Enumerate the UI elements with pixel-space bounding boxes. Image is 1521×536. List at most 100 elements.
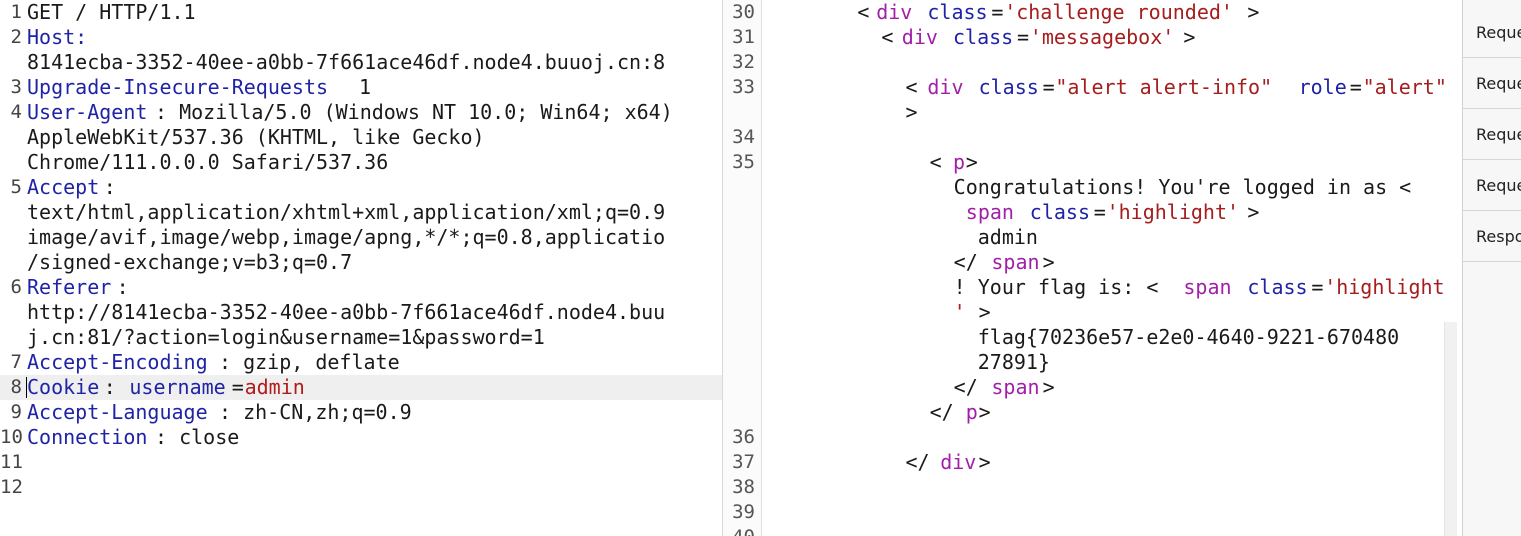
code-token: Congratulations! You're logged in as < <box>761 175 1412 199</box>
side-tab-4[interactable]: Respo <box>1463 211 1521 262</box>
side-tab-3[interactable]: Reque <box>1463 160 1521 211</box>
code-token: = <box>1349 75 1362 99</box>
line-number: 11 <box>0 451 23 473</box>
code-token: > <box>978 450 991 474</box>
side-tab-0[interactable]: Reque <box>1463 7 1521 58</box>
code-token: = <box>1093 200 1106 224</box>
code-token: > <box>978 400 991 424</box>
code-token: </ <box>761 450 930 474</box>
line-number: 34 <box>732 126 755 148</box>
code-token: Cookie <box>27 375 100 399</box>
code-token: class <box>978 75 1039 99</box>
line-number: 37 <box>732 451 755 473</box>
code-token: div <box>927 75 964 99</box>
code-token: AppleWebKit/537.36 (KHTML, like Gecko) <box>27 125 485 149</box>
response-line: span class ='highlight' > <box>723 200 1461 225</box>
code-token: = <box>1311 275 1324 299</box>
code-token: ! Your flag is: < <box>761 275 1159 299</box>
code-token: admin <box>761 225 1038 249</box>
line-number: 2 <box>10 26 22 48</box>
code-token: j.cn:81/?action=login&username=1&passwor… <box>27 325 545 349</box>
response-line: </ span > <box>723 375 1461 400</box>
line-number: 6 <box>10 276 22 298</box>
code-token: > <box>761 100 918 124</box>
code-token: image/avif,image/webp,image/apng,*/*;q=0… <box>27 225 666 249</box>
code-token: : <box>103 375 128 399</box>
code-token: 'messagebox' <box>1029 25 1175 49</box>
response-viewer[interactable]: 30 < div class ='challenge rounded' >31 < di… <box>723 0 1461 536</box>
code-token: span <box>965 200 1014 224</box>
request-line: 9 Accept-Language: zh-CN,zh;q=0.9 <box>0 400 722 425</box>
line-number: 39 <box>732 501 755 523</box>
code-token: </ <box>761 375 978 399</box>
code-token: text/html,application/xhtml+xml,applicat… <box>27 200 666 224</box>
code-token: p <box>953 150 966 174</box>
request-line: 5 Accept: <box>0 175 722 200</box>
request-line: 8 Cookie: username = admin <box>0 375 722 400</box>
response-line: </ p > <box>723 400 1461 425</box>
code-token: : <box>116 275 129 299</box>
code-token: User-Agent <box>27 100 148 124</box>
response-line: 33 < div class = "alert alert-info" role = "a… <box>723 75 1461 100</box>
code-token: p <box>965 400 978 424</box>
code-token: role <box>1298 75 1347 99</box>
request-line: text/html,application/xhtml+xml,applicat… <box>0 200 722 225</box>
code-token: : Mozilla/5.0 (Windows NT 10.0; Win64; x… <box>155 100 673 124</box>
line-number: 9 <box>10 401 22 423</box>
request-line: 2 Host: <box>0 25 722 50</box>
code-token: Accept <box>27 175 100 199</box>
request-line: 3 Upgrade-Insecure-Requests 1 <box>0 75 722 100</box>
code-token: Chrome/111.0.0.0 Safari/537.36 <box>27 150 389 174</box>
text-caret <box>26 377 27 398</box>
code-token: </ <box>761 250 978 274</box>
code-token: < <box>761 75 918 99</box>
code-token: div <box>876 0 913 24</box>
code-token: admin <box>244 375 305 399</box>
code-token: username <box>129 375 226 399</box>
request-line: AppleWebKit/537.36 (KHTML, like Gecko) <box>0 125 722 150</box>
code-token: < <box>761 25 894 49</box>
line-number: 5 <box>10 176 22 198</box>
line-number: 30 <box>732 1 755 23</box>
request-line: 1 GET / HTTP/1.1 <box>0 0 722 25</box>
code-token: Host: <box>27 25 88 49</box>
code-token: > <box>1042 375 1055 399</box>
code-token: </ <box>761 400 954 424</box>
line-number: 35 <box>732 151 755 173</box>
request-line: 8141ecba-3352-40ee-a0bb-7f661ace46df.nod… <box>0 50 722 75</box>
response-line: 34 <box>723 125 1461 150</box>
code-token: > <box>1247 200 1260 224</box>
code-token: = <box>1042 75 1055 99</box>
code-token: span <box>991 375 1040 399</box>
code-token: = <box>231 375 244 399</box>
code-token: span <box>991 250 1040 274</box>
line-number: 32 <box>732 51 755 73</box>
response-line: 39 <box>723 500 1461 525</box>
code-token: span <box>1183 275 1232 299</box>
code-token: "alert" <box>1362 75 1447 99</box>
code-token: : <box>103 175 116 199</box>
code-token: > <box>1042 250 1055 274</box>
response-line: 31 < div class ='messagebox' > <box>723 25 1461 50</box>
code-token: > <box>978 300 991 324</box>
code-token: 'challenge rounded' <box>1004 0 1233 24</box>
line-number: 7 <box>10 351 22 373</box>
code-token: > <box>1183 25 1196 49</box>
side-tab-1[interactable]: Reque <box>1463 58 1521 109</box>
line-number: 38 <box>732 476 755 498</box>
line-number: 4 <box>10 101 22 123</box>
request-line: http://8141ecba-3352-40ee-a0bb-7f661ace4… <box>0 300 722 325</box>
code-token: ' <box>761 300 966 324</box>
response-line: Congratulations! You're logged in as < <box>723 175 1461 200</box>
response-line: 32 <box>723 50 1461 75</box>
side-tab-2[interactable]: Reque <box>1463 109 1521 160</box>
request-line: 7 Accept-Encoding: gzip, deflate <box>0 350 722 375</box>
line-number: 12 <box>0 476 23 498</box>
request-editor[interactable]: 1 GET / HTTP/1.1 2 Host: 8141ecba-3352-40ee-… <box>0 0 723 536</box>
code-token: http://8141ecba-3352-40ee-a0bb-7f661ace4… <box>27 300 666 324</box>
code-token: div <box>940 450 977 474</box>
request-line: 11 <box>0 450 722 475</box>
code-token: class <box>1247 275 1308 299</box>
